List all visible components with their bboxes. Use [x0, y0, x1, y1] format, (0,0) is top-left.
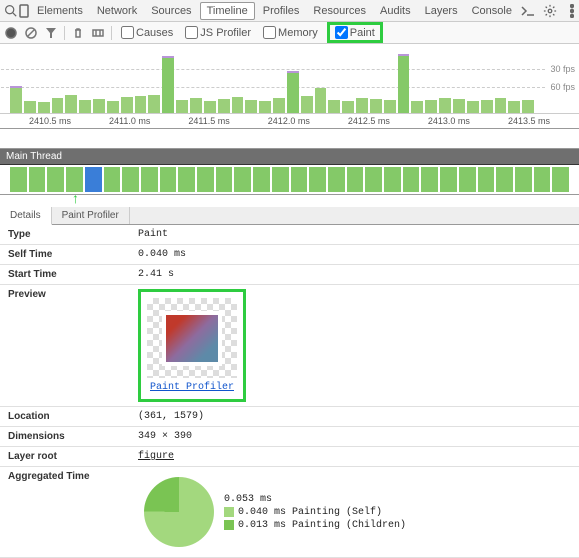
label-preview: Preview	[0, 285, 130, 406]
label-aggregated-time: Aggregated Time	[0, 467, 130, 557]
view-mode-icon[interactable]	[91, 26, 105, 40]
tab-details[interactable]: Details	[0, 207, 52, 225]
details-panel: TypePaint Self Time0.040 ms Start Time2.…	[0, 225, 579, 558]
selected-event[interactable]	[85, 167, 102, 192]
label-self-time: Self Time	[0, 245, 130, 264]
label-location: Location	[0, 407, 130, 426]
preview-highlight: Paint Profiler	[138, 289, 246, 402]
time-axis: 2410.5 ms2411.0 ms2411.5 ms2412.0 ms2412…	[0, 114, 579, 129]
selection-arrow-icon: ↑	[72, 190, 79, 206]
value-self-time: 0.040 ms	[130, 245, 579, 264]
clear-icon[interactable]	[24, 26, 38, 40]
label-dimensions: Dimensions	[0, 427, 130, 446]
layer-root-link[interactable]: figure	[138, 451, 174, 462]
device-icon[interactable]	[19, 3, 29, 19]
devtools-main-tabs: Elements Network Sources Timeline Profil…	[0, 0, 579, 22]
legend-swatch-self	[224, 507, 234, 517]
checkbox-causes[interactable]: Causes	[118, 25, 176, 40]
console-toggle-icon[interactable]	[520, 3, 536, 19]
value-location: (361, 1579)	[130, 407, 579, 426]
preview-thumbnail	[147, 298, 237, 378]
tab-network[interactable]: Network	[91, 3, 143, 19]
search-icon[interactable]	[4, 3, 17, 19]
agg-children-legend: 0.013 ms Painting (Children)	[224, 520, 406, 531]
checkbox-paint[interactable]: Paint	[332, 25, 378, 40]
photo-icon	[162, 311, 222, 366]
value-type: Paint	[130, 225, 579, 244]
settings-gear-icon[interactable]	[542, 3, 558, 19]
tab-elements[interactable]: Elements	[31, 3, 89, 19]
timeline-toolbar: Causes JS Profiler Memory Paint	[0, 22, 579, 44]
label-start-time: Start Time	[0, 265, 130, 284]
highlight-paint-checkbox: Paint	[327, 22, 383, 43]
tab-sources[interactable]: Sources	[145, 3, 197, 19]
tab-layers[interactable]: Layers	[419, 3, 464, 19]
main-thread-flamechart[interactable]: ↑	[0, 165, 579, 195]
drawer-menu-icon[interactable]	[564, 3, 579, 19]
tab-audits[interactable]: Audits	[374, 3, 417, 19]
checkbox-memory[interactable]: Memory	[260, 25, 321, 40]
garbage-collect-icon[interactable]	[71, 26, 85, 40]
tab-timeline[interactable]: Timeline	[200, 2, 255, 20]
overview-chart[interactable]: 30 fps 60 fps	[0, 44, 579, 114]
detail-tabs: Details Paint Profiler	[0, 207, 579, 225]
main-thread-header[interactable]: Main Thread	[0, 149, 579, 165]
tab-paint-profiler[interactable]: Paint Profiler	[52, 207, 130, 224]
toolbar-divider	[111, 26, 112, 40]
label-type: Type	[0, 225, 130, 244]
checkbox-js-profiler[interactable]: JS Profiler	[182, 25, 254, 40]
value-start-time: 2.41 s	[130, 265, 579, 284]
overview-bars	[0, 53, 544, 113]
tab-resources[interactable]: Resources	[307, 3, 372, 19]
value-dimensions: 349 × 390	[130, 427, 579, 446]
legend-swatch-children	[224, 520, 234, 530]
tab-console[interactable]: Console	[466, 3, 518, 19]
toolbar-divider	[64, 26, 65, 40]
agg-total: 0.053 ms	[224, 494, 406, 505]
sub-timeline-strip[interactable]	[0, 129, 579, 149]
tab-profiles[interactable]: Profiles	[257, 3, 306, 19]
aggregated-pie-chart	[144, 477, 214, 547]
agg-self-legend: 0.040 ms Painting (Self)	[224, 507, 406, 518]
filter-icon[interactable]	[44, 26, 58, 40]
label-layer-root: Layer root	[0, 447, 130, 466]
record-icon[interactable]	[4, 26, 18, 40]
paint-profiler-link[interactable]: Paint Profiler	[147, 382, 237, 393]
